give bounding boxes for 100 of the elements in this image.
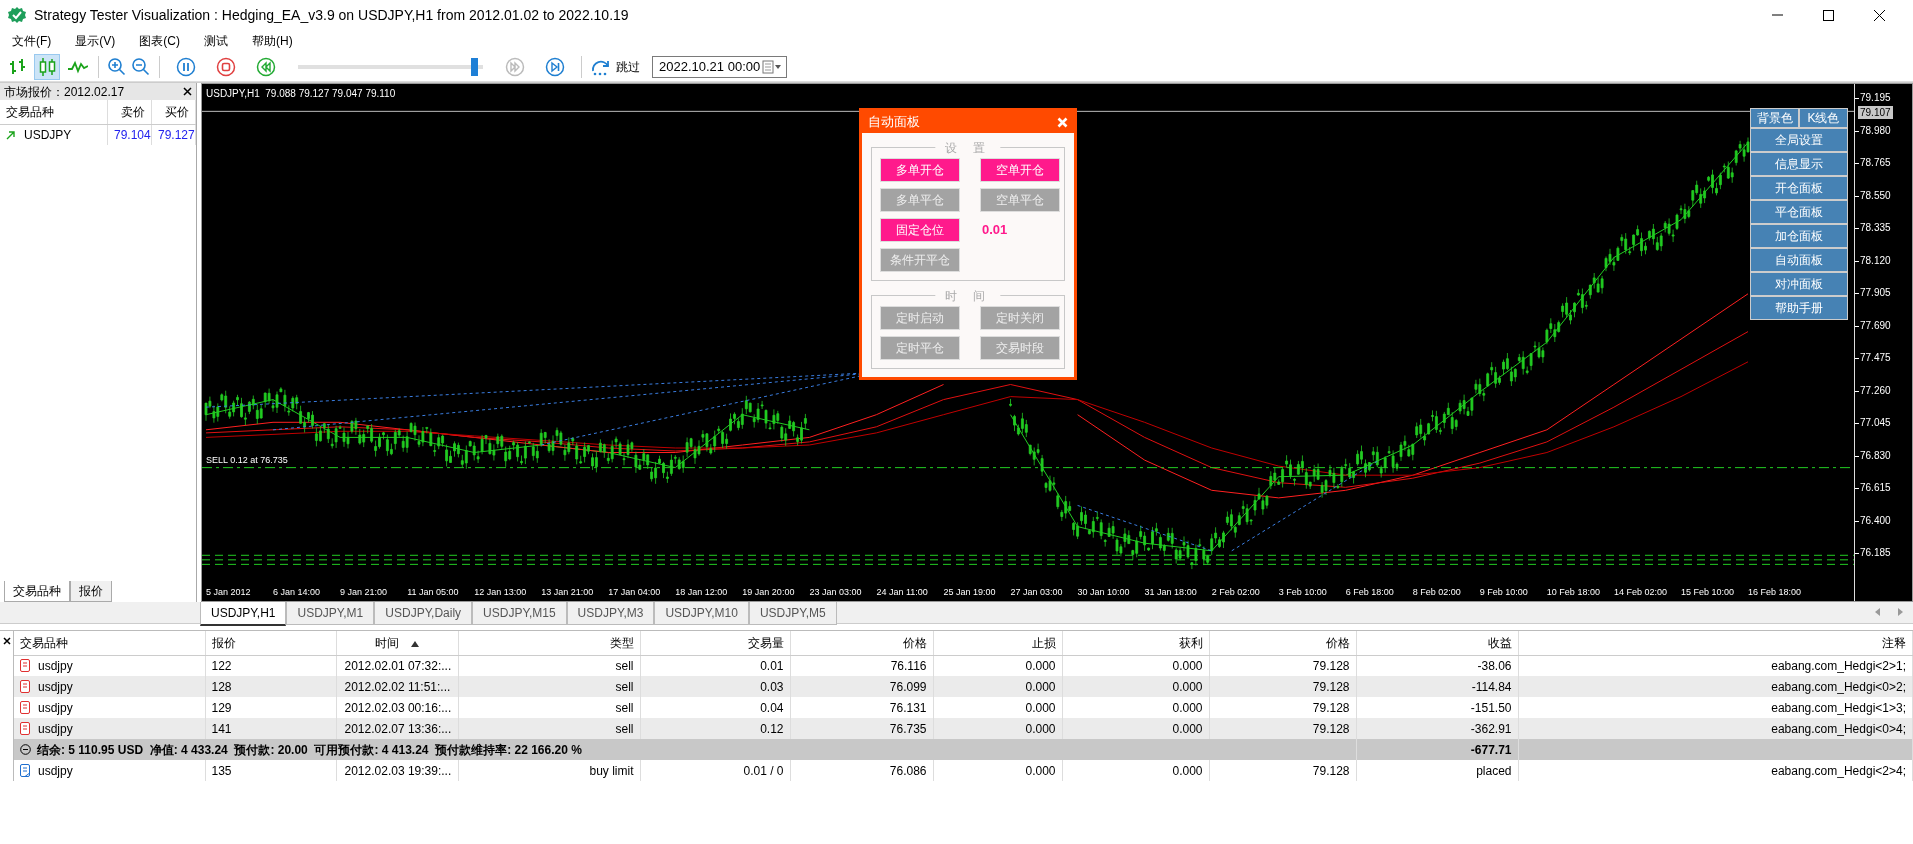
table-cell: placed (1356, 760, 1518, 781)
symbol-name[interactable]: USDJPY (24, 125, 72, 144)
column-header[interactable]: 交易量 (640, 631, 790, 655)
menu-button[interactable]: 信息显示 (1750, 152, 1848, 176)
menu-button[interactable]: 帮助手册 (1750, 296, 1848, 320)
chart-tab[interactable]: USDJPY,M15 (472, 602, 567, 625)
column-header[interactable]: 时间 (336, 631, 458, 655)
panel-button[interactable]: 多单开仓 (880, 158, 960, 182)
column-header[interactable]: 交易品种 (0, 100, 108, 124)
menu-item[interactable]: 测试 (192, 30, 240, 52)
current-price-label: 79.107 (1858, 106, 1893, 119)
menu-button[interactable]: 平仓面板 (1750, 200, 1848, 224)
time-label: 2 Feb 02:00 (1211, 587, 1260, 597)
menu-button[interactable]: 开仓面板 (1750, 176, 1848, 200)
price-label: 78.765 (1855, 156, 1891, 171)
time-label: 9 Feb 10:00 (1479, 587, 1528, 597)
close-icon[interactable] (1872, 7, 1887, 23)
time-label: 13 Jan 21:00 (541, 587, 594, 597)
calendar-dropdown-icon[interactable] (762, 59, 782, 74)
menu-button[interactable]: 对冲面板 (1750, 272, 1848, 296)
column-header[interactable]: 价格 (790, 631, 933, 655)
time-label: 30 Jan 10:00 (1077, 587, 1130, 597)
chart-tab[interactable]: USDJPY,H1 (200, 602, 287, 626)
time-label: 3 Feb 10:00 (1278, 587, 1327, 597)
price-label: 79.195 (1855, 91, 1891, 106)
table-cell: 0.000 (933, 760, 1062, 781)
zoom-out-icon[interactable] (131, 56, 151, 77)
time-label: 19 Jan 20:00 (742, 587, 795, 597)
table-cell: 135 (205, 760, 336, 781)
table-cell: eabang.com_Hedgi<0>2; (1518, 676, 1913, 697)
scroll-right-icon[interactable] (1897, 608, 1903, 616)
chart-info: USDJPY,H1 79.088 79.127 79.047 79.110 (206, 87, 396, 101)
time-label: 15 Feb 10:00 (1680, 587, 1734, 597)
panel-title: 自动面板 (868, 113, 920, 132)
chart-tab[interactable]: USDJPY,Daily (374, 602, 473, 625)
panel-tab[interactable]: 报价 (70, 581, 112, 602)
group-title: 设 置 (935, 139, 1001, 157)
table-cell-text: usdjpy (38, 762, 73, 780)
time-label: 6 Jan 14:00 (273, 587, 321, 597)
close-icon[interactable] (183, 87, 192, 96)
time-label: 25 Jan 19:00 (943, 587, 996, 597)
maximize-icon[interactable] (1821, 7, 1836, 23)
menu-button[interactable]: 加仓面板 (1750, 224, 1848, 248)
column-header[interactable]: 止损 (933, 631, 1062, 655)
time-label: 17 Jan 04:00 (608, 587, 661, 597)
close-icon[interactable] (3, 636, 11, 645)
chart-tab[interactable]: USDJPY,M5 (748, 602, 837, 625)
chart-tab[interactable]: USDJPY,M1 (286, 602, 375, 625)
price-label: 78.550 (1855, 188, 1891, 203)
menu-button[interactable]: 全局设置 (1750, 128, 1848, 152)
column-header[interactable]: 获利 (1062, 631, 1209, 655)
price-label: 78.335 (1855, 221, 1891, 236)
date-field[interactable]: 2022.10.21 00:00 (652, 55, 787, 78)
price-label: 76.185 (1855, 546, 1891, 560)
menu-item[interactable]: 图表(C) (127, 30, 192, 52)
time-label: 14 Feb 02:00 (1613, 587, 1667, 597)
panel-button[interactable]: 固定仓位 (880, 218, 960, 242)
time-label: 6 Feb 18:00 (1345, 587, 1394, 597)
scroll-left-icon[interactable] (1875, 608, 1881, 616)
time-label: 10 Feb 18:00 (1546, 587, 1600, 597)
table-cell: 128 (205, 676, 336, 697)
zoom-in-icon[interactable] (107, 56, 127, 77)
group-title: 时 间 (935, 287, 1001, 305)
panel-title: 市场报价：2012.02.17 (4, 83, 125, 101)
time-label: 18 Jan 12:00 (675, 587, 728, 597)
document-icon (20, 764, 30, 777)
table-cell-text: usdjpy (38, 720, 73, 738)
column-header[interactable]: 报价 (205, 631, 336, 655)
table-cell: -114.84 (1356, 676, 1518, 697)
table-cell-text: usdjpy (38, 699, 73, 717)
menu-button[interactable]: K线色 (1799, 108, 1848, 128)
column-header[interactable]: 买价 (151, 100, 196, 124)
chart-tab[interactable]: USDJPY,M10 (654, 602, 749, 625)
menu-item[interactable]: 显示(V) (63, 30, 128, 52)
panel-button[interactable]: 空单开仓 (980, 158, 1060, 182)
column-header[interactable]: 注释 (1518, 631, 1913, 655)
column-header[interactable]: 价格 (1209, 631, 1356, 655)
column-header[interactable]: 交易品种 (14, 631, 205, 655)
column-header[interactable]: 收益 (1356, 631, 1518, 655)
table-cell: 0.01 / 0 (640, 760, 790, 781)
menu-button[interactable]: 背景色 (1750, 108, 1799, 128)
column-header[interactable]: 卖价 (107, 100, 152, 124)
menu-item[interactable]: 帮助(H) (240, 30, 305, 52)
chart-tab[interactable]: USDJPY,M3 (566, 602, 655, 625)
menu-item[interactable]: 文件(F) (0, 30, 64, 52)
candlestick-icon[interactable] (34, 53, 60, 80)
time-label: 8 Feb 02:00 (1412, 587, 1461, 597)
price-label: 78.120 (1855, 253, 1891, 268)
time-label: 12 Jan 13:00 (474, 587, 527, 597)
summary-text: 结余: 5 110.95 USD 净值: 4 433.24 预付款: 20.00 可用预付款: 4 413.24 预付款维持率: 22 166.20 % (37, 741, 582, 759)
menu-button[interactable]: 自动面板 (1750, 248, 1848, 272)
up-arrow-icon (6, 129, 16, 140)
time-label: 24 Jan 11:00 (876, 587, 928, 597)
panel-tab[interactable]: 交易品种 (4, 581, 70, 602)
time-label: 27 Jan 03:00 (1010, 587, 1063, 597)
table-cell: eabang.com_Hedgi<2>4; (1518, 760, 1913, 781)
price-label: 78.980 (1855, 123, 1891, 138)
column-header[interactable]: 类型 (458, 631, 640, 655)
collapse-icon[interactable] (20, 744, 31, 755)
price-label: 77.045 (1855, 416, 1891, 431)
